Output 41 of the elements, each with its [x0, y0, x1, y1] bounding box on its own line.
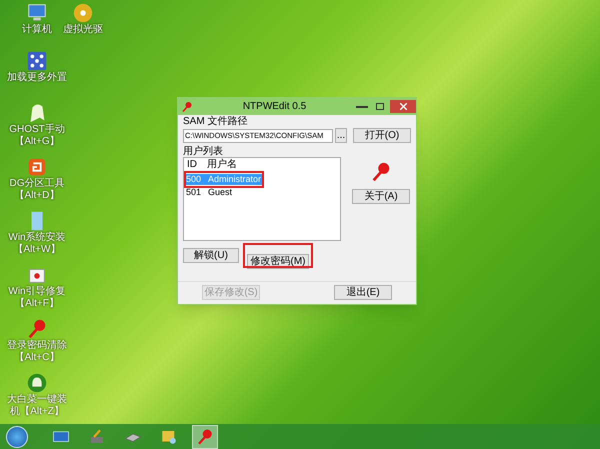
column-header: ID — [187, 159, 198, 171]
minimize-button[interactable] — [356, 106, 368, 108]
icon-label: 登录密码清除 — [7, 340, 67, 352]
field-label: SAM 文件路径 — [183, 116, 248, 127]
icon-label: Win引导修复 — [8, 286, 66, 298]
key-icon — [26, 318, 48, 340]
maximize-button[interactable] — [376, 103, 384, 110]
close-icon — [400, 103, 406, 110]
partition-tool-icon — [26, 156, 48, 178]
icon-label: 【Alt+C】 — [14, 352, 60, 364]
icon-label: 【Alt+G】 — [14, 136, 60, 148]
disc-icon — [72, 2, 94, 24]
window-title: NTPWEdit 0.5 — [242, 100, 308, 114]
about-button[interactable]: 关于(A) — [352, 189, 410, 204]
icon-label: 【Alt+D】 — [14, 190, 60, 202]
user-row[interactable]: 501 Guest — [186, 187, 234, 198]
key-icon — [196, 428, 214, 446]
icon-label: 【Alt+F】 — [15, 298, 59, 310]
icon-label: 【Alt+W】 — [14, 244, 60, 256]
close-button[interactable] — [390, 100, 416, 113]
cabbage-icon — [26, 372, 48, 394]
icon-label: DG分区工具 — [10, 178, 64, 190]
browse-button[interactable]: ... — [335, 128, 347, 143]
icon-label: 机【Alt+Z】 — [10, 406, 64, 418]
icon-label: GHOST手动 — [9, 124, 65, 136]
icon-label: 计算机 — [22, 24, 52, 36]
field-label: 用户列表 — [183, 146, 224, 157]
key-icon — [370, 161, 392, 183]
open-button[interactable]: 打开(O) — [353, 128, 411, 143]
taskbar-button[interactable] — [192, 424, 218, 448]
icon-label: 虚拟光驱 — [63, 24, 103, 36]
exit-button[interactable]: 退出(E) — [334, 285, 392, 300]
unlock-button[interactable]: 解锁(U) — [183, 248, 239, 263]
icon-label: 加载更多外置 — [7, 72, 67, 84]
grid-icon — [26, 50, 48, 72]
icon-label: 大白菜一键装 — [7, 394, 67, 406]
icon-label: Win系统安装 — [8, 232, 66, 244]
start-button[interactable] — [6, 426, 28, 448]
toolbox-icon — [88, 428, 106, 446]
column-header: 用户名 — [207, 159, 237, 171]
key-icon — [181, 100, 193, 112]
